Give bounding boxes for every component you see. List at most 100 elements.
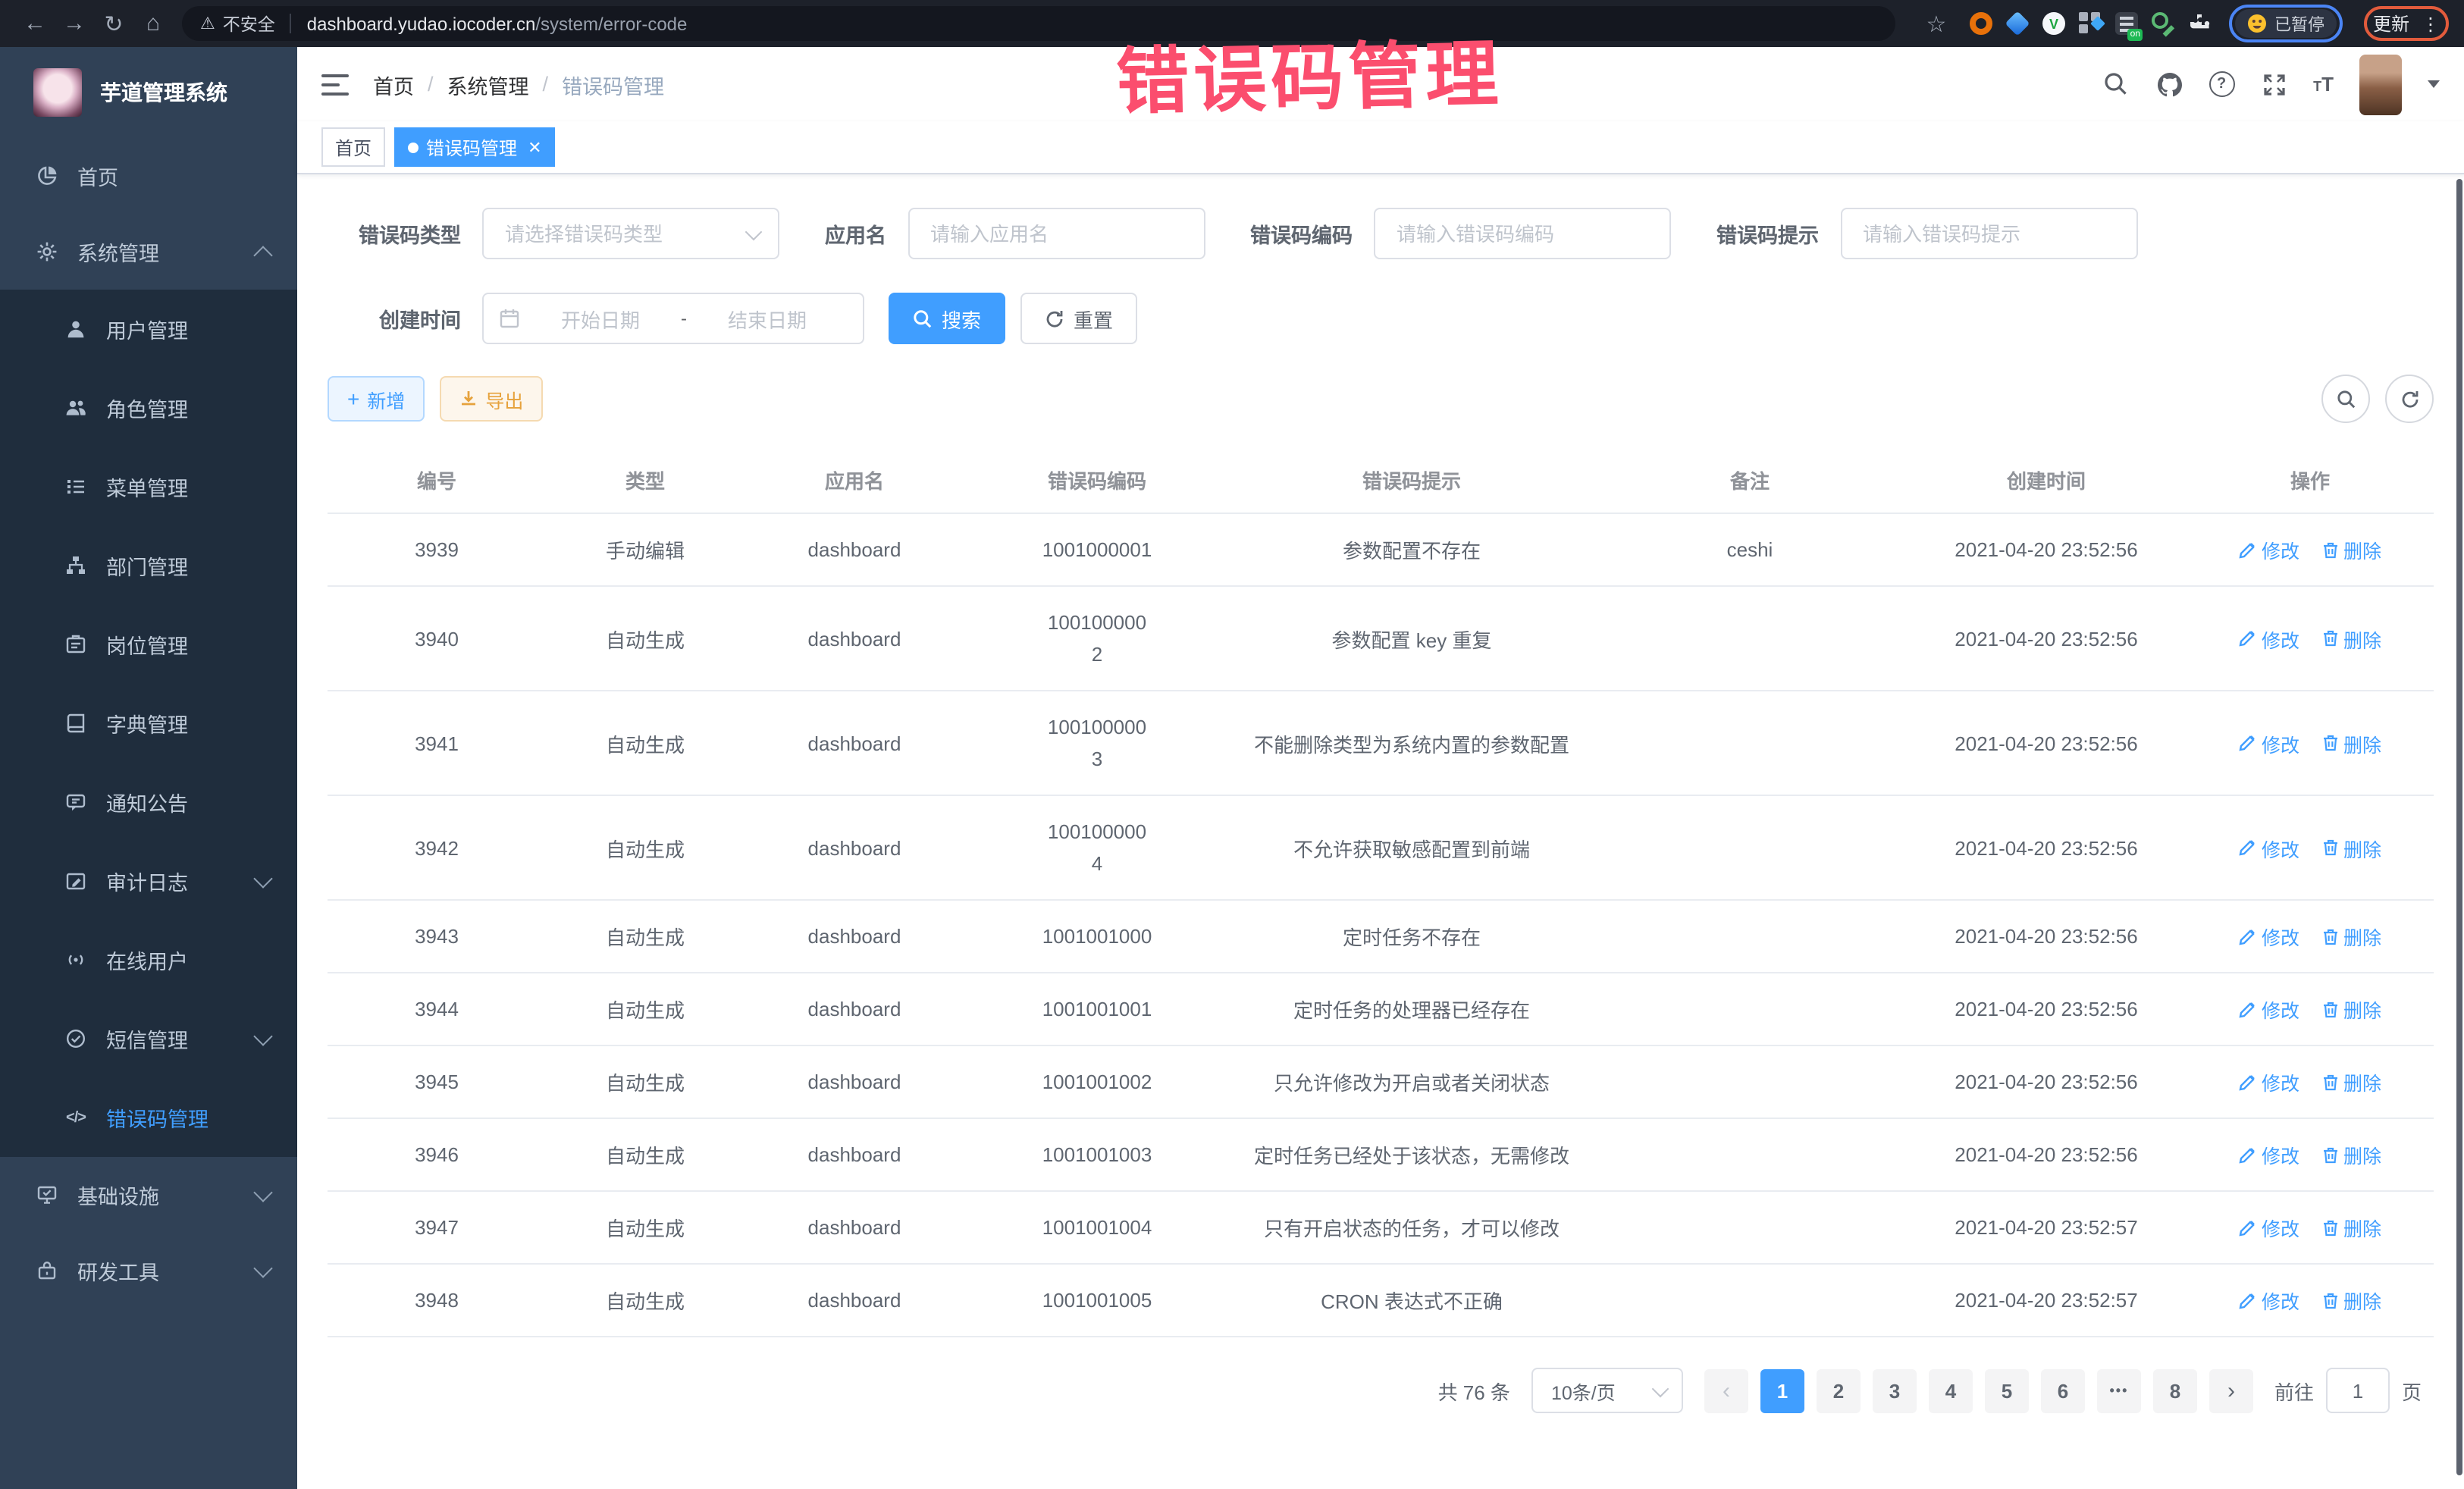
edit-link[interactable]: 修改 [2239,1140,2299,1169]
edit-link[interactable]: 修改 [2239,833,2299,862]
browser-update-button[interactable]: 更新 ⋮ [2373,11,2440,36]
reset-button[interactable]: 重置 [1020,293,1137,344]
reload-icon[interactable]: ↻ [94,10,133,37]
bookmark-star-icon[interactable]: ☆ [1917,10,1956,37]
extension-v-icon[interactable]: V [2042,12,2065,35]
toggle-search-button[interactable] [2321,375,2370,423]
collapse-sidebar-icon[interactable] [321,74,349,95]
delete-link[interactable]: 删除 [2321,1213,2381,1242]
scrollbar[interactable] [2456,179,2462,1475]
error-msg-input[interactable] [1860,221,2118,246]
sidebar-item-home[interactable]: 首页 [0,138,297,214]
delete-link[interactable]: 删除 [2321,1286,2381,1315]
page-size-select[interactable]: 10条/页 [1531,1368,1683,1413]
tab-home[interactable]: 首页 [321,127,385,167]
extension-tasklist-icon[interactable]: on [2115,12,2138,35]
forward-icon[interactable]: → [55,11,94,36]
page-button-2[interactable]: 2 [1817,1368,1861,1412]
avatar-caret-icon[interactable] [2428,80,2440,88]
sidebar-item-dictionary[interactable]: 字典管理 [0,684,297,763]
extension-key-icon[interactable] [2152,12,2174,35]
page-button-8[interactable]: 8 [2153,1368,2197,1412]
delete-link[interactable]: 删除 [2321,535,2381,564]
delete-link[interactable]: 删除 [2321,995,2381,1023]
delete-link[interactable]: 删除 [2321,833,2381,862]
sidebar-item-departments[interactable]: 部门管理 [0,526,297,605]
sidebar-item-dev-tools[interactable]: 研发工具 [0,1233,297,1309]
sidebar-item-posts[interactable]: 岗位管理 [0,605,297,684]
sidebar-item-system[interactable]: 系统管理 [0,214,297,290]
close-icon[interactable]: ✕ [528,137,541,157]
delete-link[interactable]: 删除 [2321,1067,2381,1096]
col-msg: 错误码提示 [1230,447,1594,513]
delete-link[interactable]: 删除 [2321,922,2381,951]
error-type-select-input[interactable] [502,221,748,246]
error-type-select[interactable] [482,208,779,259]
kebab-menu-icon[interactable]: ⋮ [2422,13,2440,34]
search-button[interactable]: 搜索 [889,293,1005,344]
extension-puzzle-icon[interactable] [2188,12,2211,35]
error-code-input[interactable] [1393,221,1651,246]
edit-link[interactable]: 修改 [2239,1213,2299,1242]
tab-error-code[interactable]: 错误码管理 ✕ [394,127,555,167]
delete-link[interactable]: 删除 [2321,729,2381,757]
delete-link[interactable]: 删除 [2321,1140,2381,1169]
export-button[interactable]: 导出 [440,376,543,422]
sidebar-item-notices[interactable]: 通知公告 [0,763,297,842]
extension-grid-icon[interactable] [2079,12,2102,35]
edit-link[interactable]: 修改 [2239,535,2299,564]
app-name-field[interactable] [908,208,1205,259]
goto-page-input[interactable] [2326,1368,2390,1413]
help-icon[interactable]: ? [2209,71,2234,97]
breadcrumb-home[interactable]: 首页 [373,69,414,99]
error-msg-field[interactable] [1840,208,2137,259]
pager-ellipsis[interactable]: ••• [2097,1368,2141,1412]
profile-paused-chip[interactable]: 已暂停 [2235,9,2337,38]
table-row: 3944 自动生成 dashboard 1001001001 定时任务的处理器已… [328,973,2434,1045]
prev-page-button[interactable]: ‹ [1704,1368,1748,1412]
sidebar-item-online-users[interactable]: 在线用户 [0,920,297,999]
delete-link[interactable]: 删除 [2321,624,2381,653]
chevron-up-icon [253,245,272,264]
sidebar-item-label: 错误码管理 [106,1102,208,1133]
next-page-button[interactable]: › [2209,1368,2253,1412]
edit-link[interactable]: 修改 [2239,995,2299,1023]
app-logo[interactable]: 芋道管理系统 [0,47,297,138]
start-date-placeholder[interactable]: 开始日期 [520,304,681,333]
sidebar-item-users[interactable]: 用户管理 [0,290,297,368]
sidebar-item-error-code[interactable]: </> 错误码管理 [0,1078,297,1157]
donut-shape [1970,12,1992,35]
page-button-6[interactable]: 6 [2041,1368,2085,1412]
search-icon[interactable] [2102,71,2130,98]
refresh-table-button[interactable] [2385,375,2434,423]
user-avatar[interactable] [2359,54,2402,114]
sidebar-item-roles[interactable]: 角色管理 [0,368,297,447]
page-button-5[interactable]: 5 [1985,1368,2029,1412]
page-button-3[interactable]: 3 [1873,1368,1917,1412]
page-button-4[interactable]: 4 [1929,1368,1973,1412]
page-button-1[interactable]: 1 [1760,1368,1804,1412]
back-icon[interactable]: ← [15,11,55,36]
edit-link[interactable]: 修改 [2239,922,2299,951]
error-code-field[interactable] [1374,208,1671,259]
breadcrumb-system[interactable]: 系统管理 [447,69,529,99]
github-icon[interactable] [2155,71,2183,98]
sidebar-item-audit-log[interactable]: 审计日志 [0,842,297,920]
sidebar-item-sms[interactable]: 短信管理 [0,999,297,1078]
extension-gem-icon[interactable] [2006,12,2029,35]
date-range-picker[interactable]: 开始日期 - 结束日期 [482,293,864,344]
edit-link[interactable]: 修改 [2239,1286,2299,1315]
end-date-placeholder[interactable]: 结束日期 [687,304,848,333]
edit-link[interactable]: 修改 [2239,729,2299,757]
sidebar-item-menus[interactable]: 菜单管理 [0,447,297,526]
font-size-icon[interactable]: TT [2313,73,2334,96]
add-button[interactable]: + 新增 [328,376,425,422]
edit-link[interactable]: 修改 [2239,624,2299,653]
home-icon[interactable]: ⌂ [133,11,173,36]
extension-donut-icon[interactable] [1970,12,1992,35]
edit-link[interactable]: 修改 [2239,1067,2299,1096]
fullscreen-icon[interactable] [2260,71,2287,98]
app-name-input[interactable] [927,221,1185,246]
address-bar[interactable]: ⚠ 不安全 dashboard.yudao.iocoder.cn /system… [182,6,1895,41]
sidebar-item-infrastructure[interactable]: 基础设施 [0,1157,297,1233]
